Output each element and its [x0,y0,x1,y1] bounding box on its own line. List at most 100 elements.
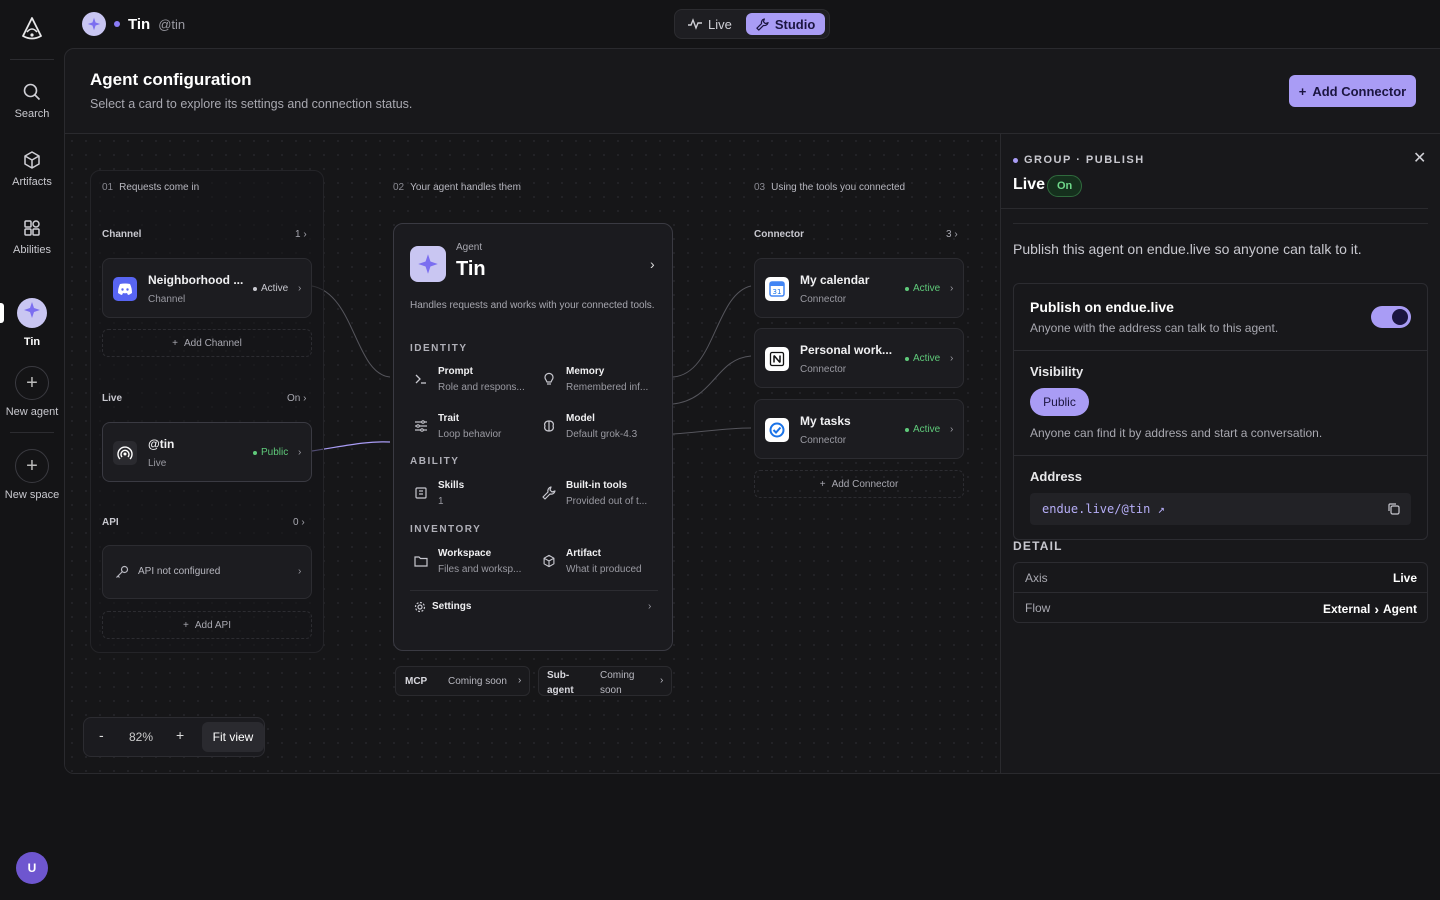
page-subtitle: Select a card to explore its settings an… [90,97,413,111]
grid-icon [24,220,40,236]
plus-icon: + [15,366,49,400]
connector-card-notion[interactable]: Personal work... Connector Active › [754,328,964,388]
main-panel: Agent configuration Select a card to exp… [64,48,1440,774]
live-section-label: Live [102,393,123,404]
detail-group-tag: GROUP · PUBLISH [1013,154,1145,166]
brain-icon [544,420,554,432]
prompt-item[interactable]: Prompt Role and respons... [414,366,534,400]
sliders-icon [415,420,427,432]
channel-card[interactable]: Neighborhood ... Channel Active › [102,258,312,318]
address-link[interactable]: endue.live/@tin ↗ [1042,502,1165,516]
rail-abilities[interactable]: Abilities [0,218,64,256]
api-title: API not configured [138,566,221,577]
rail-new-space[interactable]: + New space [0,449,64,501]
chevron-right-icon: › [660,675,664,686]
inventory-group-label: INVENTORY [410,524,482,535]
rail-agent-label: Tin [23,336,41,348]
rail-abilities-label: Abilities [13,244,51,256]
connector-count[interactable]: 3 › [946,229,958,240]
memory-item[interactable]: Memory Remembered inf... [542,366,662,400]
channel-section-label: Channel [102,229,142,240]
rail-divider [10,432,54,433]
mode-studio-tab[interactable]: Studio [745,13,826,35]
connector-card-calendar[interactable]: 31 My calendar Connector Active › [754,258,964,318]
add-connector-label: Add Connector [1312,83,1407,99]
chevron-right-icon: › [298,566,302,577]
rail-new-space-label: New space [4,489,60,501]
connection-line [672,355,752,405]
live-count[interactable]: On › [287,393,306,404]
copy-icon[interactable] [1387,502,1401,516]
step-3-label: 03 Using the tools you connected [754,182,906,193]
connector-card-tasks[interactable]: My tasks Connector Active › [754,399,964,459]
add-connector-inline-button[interactable]: + Add Connector [754,470,964,498]
rail-artifacts[interactable]: Artifacts [0,150,64,188]
divider [1001,208,1428,209]
cube-icon [24,151,40,169]
svg-text:31: 31 [773,288,782,296]
left-rail: Search Artifacts Abilities Tin + New age… [0,0,64,900]
artifact-item[interactable]: Artifact What it produced [542,548,662,582]
rail-agent-tin[interactable]: Tin [0,298,64,348]
fit-view-button[interactable]: Fit view [202,722,264,752]
status-badge: Active [253,283,288,294]
address-field[interactable]: endue.live/@tin ↗ [1030,493,1411,525]
channel-count[interactable]: 1 › [295,229,307,240]
sparkle-icon [418,254,438,274]
settings-label: Settings [432,601,472,612]
user-avatar[interactable]: U [16,852,48,884]
add-channel-button[interactable]: + Add Channel [102,329,312,357]
visibility-public-option[interactable]: Public [1030,388,1089,416]
rail-search-label: Search [14,108,50,120]
chevron-right-icon: › [518,675,522,686]
flow-canvas[interactable]: 01 Requests come in Channel 1 › Neighborh… [65,134,1000,773]
plus-icon: + [183,619,189,631]
workspace-item[interactable]: Workspace Files and worksp... [414,548,534,582]
chevron-right-icon: › [298,283,302,294]
mcp-card[interactable]: MCP Coming soon › [395,666,530,696]
divider [1014,350,1427,351]
builtin-tools-item[interactable]: Built-in tools Provided out of t... [542,480,662,514]
settings-row[interactable]: Settings › [410,590,658,620]
discord-icon [113,277,137,301]
rail-search[interactable]: Search [0,82,64,120]
agent-card[interactable]: Agent Tin › Handles requests and works w… [393,223,673,651]
publish-toggle[interactable] [1371,306,1411,328]
agent-avatar [410,246,446,282]
zoom-in-button[interactable]: + [176,727,184,743]
sub-agent-card[interactable]: Sub-agent Coming soon › [538,666,672,696]
sparkle-icon [24,302,40,318]
app-logo-icon[interactable] [20,16,44,42]
trait-item[interactable]: Trait Loop behavior [414,413,534,447]
agent-chip[interactable]: Tin @tin [82,12,185,36]
flow-row: Flow External › Agent [1013,592,1428,623]
connection-line [672,285,752,378]
add-api-button[interactable]: + Add API [102,611,312,639]
notion-icon [765,347,789,371]
skills-item[interactable]: Skills 1 [414,480,534,514]
mode-live-tab[interactable]: Live [678,13,742,35]
chevron-right-icon: › [298,447,302,458]
api-card[interactable]: API not configured › [102,545,312,599]
zoom-out-button[interactable]: - [99,727,104,743]
api-count[interactable]: 0 › [293,517,305,528]
publish-title: Publish on endue.live [1030,299,1174,315]
rail-new-agent[interactable]: + New agent [0,366,64,418]
broadcast-icon [113,441,137,465]
close-icon[interactable]: ✕ [1413,148,1426,168]
chevron-right-icon: › [1374,601,1379,617]
detail-panel: GROUP · PUBLISH Live On ✕ Publish this a… [1000,134,1440,773]
top-bar: Tin @tin Live Studio [64,0,1440,48]
agent-name: Tin [128,15,151,33]
status-badge: Active [905,424,940,435]
api-section-label: API [102,517,119,528]
agent-avatar [17,298,47,328]
divider [1013,223,1428,224]
live-card[interactable]: @tin Live Public › [102,422,312,482]
model-item[interactable]: Model Default grok-4.3 [542,413,662,447]
detail-intro: Publish this agent on endue.live so anyo… [1013,241,1362,257]
add-connector-button[interactable]: + Add Connector [1289,75,1416,107]
chevron-right-icon[interactable]: › [650,256,655,272]
pulse-icon [688,18,702,30]
status-badge: Active [905,353,940,364]
